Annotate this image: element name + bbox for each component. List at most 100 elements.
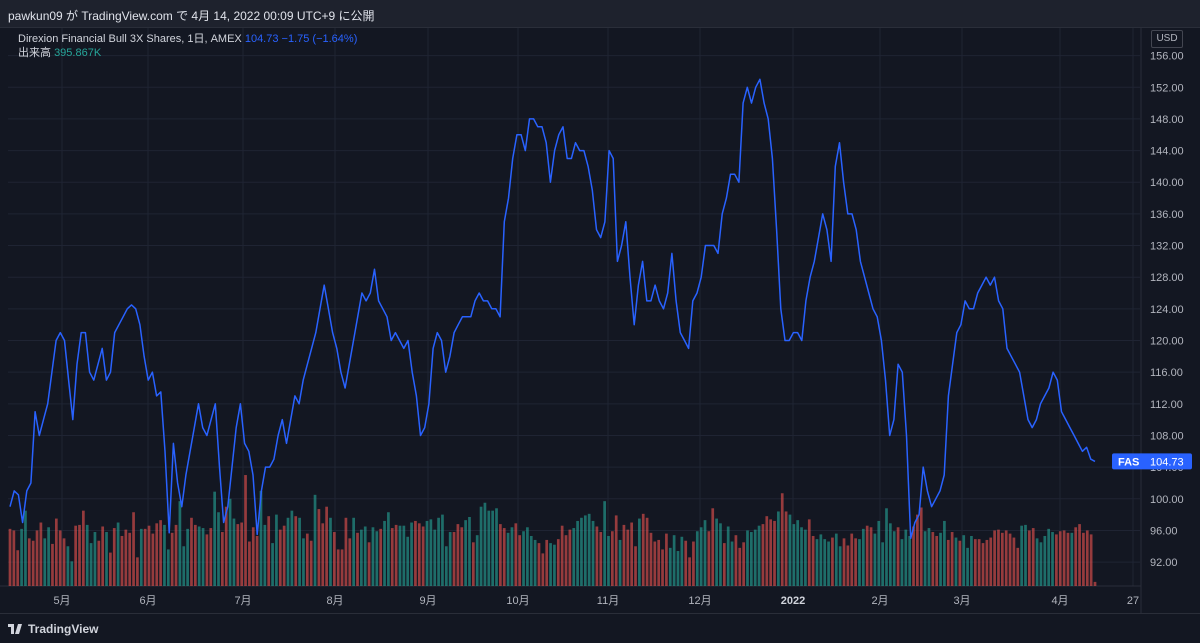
volume-bar [823, 539, 827, 586]
volume-bar [305, 533, 309, 586]
x-tick-label: 5月 [53, 595, 70, 607]
volume-bar [495, 508, 498, 586]
volume-bar [591, 520, 595, 586]
volume-bar [1089, 534, 1093, 586]
volume-bar [765, 516, 769, 586]
volume-bar [82, 510, 85, 586]
volume-bar [854, 538, 857, 586]
volume-bar [804, 529, 807, 586]
y-tick-label: 124.00 [1150, 304, 1184, 316]
volume-bar [1008, 533, 1012, 586]
x-tick-label: 11月 [597, 595, 619, 607]
volume-bar [614, 515, 618, 586]
volume-bar [217, 512, 220, 586]
volume-bar [769, 519, 773, 586]
y-tick-label: 152.00 [1150, 82, 1184, 94]
volume-bar [437, 517, 440, 586]
volume-bar [483, 502, 487, 586]
volume-bar [811, 535, 815, 586]
volume-bar [248, 541, 251, 586]
volume-bar [680, 536, 684, 586]
symbol-row: Direxion Financial Bull 3X Shares, 1日, A… [18, 32, 357, 46]
volume-bar [8, 528, 12, 586]
volume-bar [796, 520, 800, 586]
volume-bar [506, 532, 510, 586]
volume-bar [174, 524, 178, 586]
volume-bar [873, 533, 877, 586]
volume-bar [344, 517, 348, 586]
currency-button[interactable]: USD [1151, 30, 1183, 48]
volume-bar [414, 520, 417, 586]
volume-bar [514, 523, 518, 586]
volume-bar [800, 527, 803, 586]
volume-bar [757, 525, 761, 586]
volume-bar [599, 532, 603, 586]
volume-bar [641, 513, 645, 586]
volume-bar [672, 535, 676, 586]
volume-bar [105, 532, 108, 586]
volume-bar [1000, 532, 1004, 586]
y-tick-label: 100.00 [1150, 494, 1184, 506]
volume-bar [294, 516, 298, 586]
volume-bar [20, 528, 23, 586]
volume-bar [502, 528, 506, 586]
publish-bar: pawkun09 が TradingView.com で 4月 14, 2022… [0, 0, 1200, 28]
volume-bar [441, 514, 444, 586]
volume-bar [228, 498, 232, 586]
volume-bar [182, 546, 186, 586]
volume-bar [610, 531, 614, 586]
volume-bar [1055, 534, 1058, 586]
volume-bar [275, 514, 278, 586]
x-tick-label: 12月 [688, 595, 711, 607]
volume-bar [317, 509, 321, 586]
volume-bar [379, 528, 383, 586]
volume-bar [630, 522, 634, 586]
volume-bar [205, 534, 209, 586]
volume-bar [622, 524, 626, 586]
volume-bar [429, 519, 433, 586]
volume-bar [510, 527, 514, 586]
price-chart-svg[interactable]: 156.00 152.00 148.00 144.00 140.00 136.00 132.… [0, 28, 1200, 613]
volume-bar [665, 533, 668, 586]
volume-bar [676, 551, 680, 586]
publish-text: pawkun09 が TradingView.com で 4月 14, 2022… [8, 9, 375, 23]
volume-bar [286, 517, 290, 586]
volume-bar [881, 542, 884, 586]
volume-bar [580, 517, 583, 586]
volume-bar [464, 520, 467, 586]
volume-bar [985, 539, 989, 586]
tradingview-mark-icon [8, 624, 22, 634]
volume-bar [166, 549, 170, 586]
volume-bar [746, 530, 749, 586]
volume-bar [1074, 527, 1078, 586]
y-tick-label: 144.00 [1150, 146, 1184, 158]
volume-bar [564, 535, 568, 586]
volume-bar [491, 510, 495, 586]
volume-bar [16, 550, 20, 586]
volume-bar [834, 533, 838, 586]
volume-bar [722, 543, 726, 586]
volume-bar [719, 523, 722, 586]
volume-bar [360, 529, 363, 586]
volume-bar [406, 536, 410, 586]
volume-bar [1093, 581, 1097, 586]
y-tick-label: 156.00 [1150, 51, 1184, 63]
volume-value: 395.867K [54, 47, 102, 59]
volume-bar [468, 516, 471, 586]
tradingview-logo[interactable]: TradingView [8, 622, 98, 636]
volume-label: 出来高 [18, 47, 51, 59]
volume-bar [777, 511, 780, 586]
volume-bar [244, 475, 247, 586]
chart-legend: Direxion Financial Bull 3X Shares, 1日, A… [18, 32, 357, 60]
volume-bar [363, 526, 367, 586]
volume-bar [329, 517, 332, 586]
volume-bar [634, 546, 637, 586]
volume-bar [147, 525, 151, 586]
chart-area[interactable]: 156.00 152.00 148.00 144.00 140.00 136.00 132.… [0, 28, 1200, 613]
volume-bar [657, 539, 661, 586]
volume-bar [568, 529, 572, 586]
volume-bar [193, 524, 197, 586]
volume-bar [1016, 547, 1020, 586]
volume-bar [163, 524, 166, 586]
volume-bar [750, 532, 753, 586]
